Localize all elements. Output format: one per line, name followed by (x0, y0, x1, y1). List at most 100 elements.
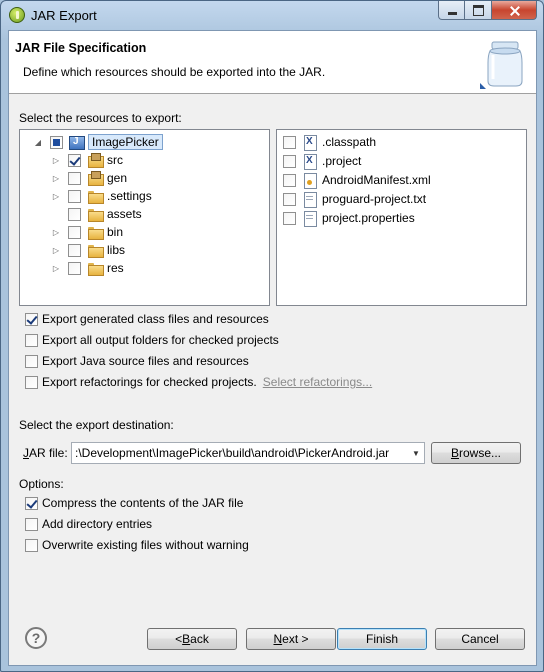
folder-icon (87, 242, 104, 258)
jar-option-label: Compress the contents of the JAR file (42, 496, 244, 510)
file-item[interactable]: proguard-project.txt (283, 190, 426, 208)
file-checkbox[interactable] (283, 192, 296, 206)
jar-option-checkbox[interactable] (25, 496, 38, 510)
package-folder-icon (87, 152, 104, 168)
xml-file-icon (302, 134, 318, 151)
expand-open-icon[interactable]: ◢ (33, 137, 43, 147)
expand-closed-icon[interactable]: ▷ (51, 155, 61, 165)
chevron-down-icon[interactable]: ▼ (408, 443, 424, 463)
maximize-button[interactable] (465, 1, 492, 20)
file-checkbox[interactable] (283, 135, 296, 149)
jar-option[interactable]: Overwrite existing files without warning (25, 536, 249, 554)
jar-option[interactable]: Add directory entries (25, 515, 152, 533)
options-label: Options: (19, 477, 64, 491)
expand-closed-icon[interactable]: ▷ (51, 227, 61, 237)
tree-node-label: ImagePicker (88, 134, 163, 150)
title-bar[interactable]: JAR Export (1, 1, 543, 29)
tree-checkbox[interactable] (68, 189, 81, 203)
export-option-label: Export Java source files and resources (42, 354, 249, 368)
select-refactorings-link[interactable]: Select refactorings... (263, 375, 372, 389)
help-icon[interactable]: ? (25, 627, 47, 649)
tree-checkbox[interactable] (50, 135, 63, 149)
eclipse-app-icon (9, 7, 25, 23)
expand-closed-icon[interactable]: ▷ (51, 173, 61, 183)
finish-button[interactable]: Finish (337, 628, 427, 650)
file-label: AndroidManifest.xml (322, 173, 431, 187)
export-option-label: Export generated class files and resourc… (42, 312, 269, 326)
export-option-checkbox[interactable] (25, 375, 38, 389)
file-item[interactable]: AndroidManifest.xml (283, 171, 431, 189)
tree-node-label: res (107, 261, 124, 275)
export-option[interactable]: Export Java source files and resources (25, 352, 249, 370)
browse-button[interactable]: Browse... (431, 442, 521, 464)
tree-node[interactable]: ▷ res (51, 259, 124, 277)
wizard-banner: JAR File Specification Define which reso… (9, 31, 536, 94)
file-item[interactable]: .classpath (283, 133, 376, 151)
page-title: JAR File Specification (15, 41, 147, 55)
jar-option-checkbox[interactable] (25, 517, 38, 531)
project-tree[interactable]: ◢ ImagePicker ▷ src ▷ gen ▷ .settings assets ▷ bin… (19, 129, 270, 306)
export-option[interactable]: Export generated class files and resourc… (25, 310, 269, 328)
back-button[interactable]: < Back (147, 628, 237, 650)
close-button[interactable] (492, 1, 537, 20)
file-item[interactable]: .project (283, 152, 361, 170)
xml-file-icon (302, 153, 318, 170)
folder-icon (87, 260, 104, 276)
jar-export-window: JAR Export JAR File Specification Define… (0, 0, 544, 672)
jar-option-label: Add directory entries (42, 517, 153, 531)
page-description: Define which resources should be exporte… (23, 65, 326, 79)
tree-node-label: bin (107, 225, 124, 239)
tree-checkbox[interactable] (68, 153, 81, 167)
window-title: JAR Export (31, 8, 97, 23)
export-option-label: Export refactorings for checked projects… (42, 375, 257, 389)
project-icon (69, 134, 85, 150)
text-file-icon (302, 191, 318, 208)
expand-closed-icon[interactable]: ▷ (51, 263, 61, 273)
file-item[interactable]: project.properties (283, 209, 415, 227)
tree-node[interactable]: ▷ libs (51, 241, 125, 259)
window-controls (438, 1, 537, 21)
jar-file-path: :\Development\ImagePicker\build\android\… (75, 446, 390, 460)
jar-option[interactable]: Compress the contents of the JAR file (25, 494, 243, 512)
file-checkbox[interactable] (283, 173, 296, 187)
tree-node[interactable]: ▷ .settings (51, 187, 152, 205)
file-checkbox[interactable] (283, 154, 296, 168)
file-label: project.properties (322, 211, 415, 225)
expand-closed-icon[interactable]: ▷ (51, 191, 61, 201)
folder-icon (87, 188, 104, 204)
tree-node[interactable]: ▷ bin (51, 223, 123, 241)
next-button[interactable]: Next > (246, 628, 336, 650)
export-option-checkbox[interactable] (25, 312, 38, 326)
export-option-label: Export all output folders for checked pr… (42, 333, 279, 347)
export-option[interactable]: Export all output folders for checked pr… (25, 331, 279, 349)
export-option-checkbox[interactable] (25, 354, 38, 368)
tree-node-label: assets (107, 207, 142, 221)
tree-checkbox[interactable] (68, 261, 81, 275)
tree-node[interactable]: ▷ src (51, 151, 123, 169)
manifest-file-icon (302, 172, 318, 189)
tree-checkbox[interactable] (68, 225, 81, 239)
tree-node[interactable]: ◢ ImagePicker (33, 133, 163, 151)
tree-node-label: src (107, 153, 123, 167)
file-label: proguard-project.txt (322, 192, 427, 206)
tree-node[interactable]: assets (51, 205, 142, 223)
export-option-checkbox[interactable] (25, 333, 38, 347)
jar-option-checkbox[interactable] (25, 538, 38, 552)
file-checkbox[interactable] (283, 211, 296, 225)
jar-file-label: JAR file: (23, 446, 68, 460)
file-list[interactable]: .classpath .project AndroidManifest.xml pro… (276, 129, 527, 306)
export-option[interactable]: Export refactorings for checked projects… (25, 373, 372, 391)
cancel-button[interactable]: Cancel (435, 628, 525, 650)
tree-checkbox[interactable] (68, 171, 81, 185)
tree-node-label: gen (107, 171, 128, 185)
jar-file-combo[interactable]: :\Development\ImagePicker\build\android\… (71, 442, 425, 464)
text-file-icon (302, 210, 318, 227)
minimize-button[interactable] (438, 1, 465, 20)
resources-label: Select the resources to export: (19, 111, 182, 125)
tree-checkbox[interactable] (68, 207, 81, 221)
tree-node[interactable]: ▷ gen (51, 169, 127, 187)
file-label: .classpath (322, 135, 377, 149)
tree-checkbox[interactable] (68, 243, 81, 257)
expand-closed-icon[interactable]: ▷ (51, 245, 61, 255)
